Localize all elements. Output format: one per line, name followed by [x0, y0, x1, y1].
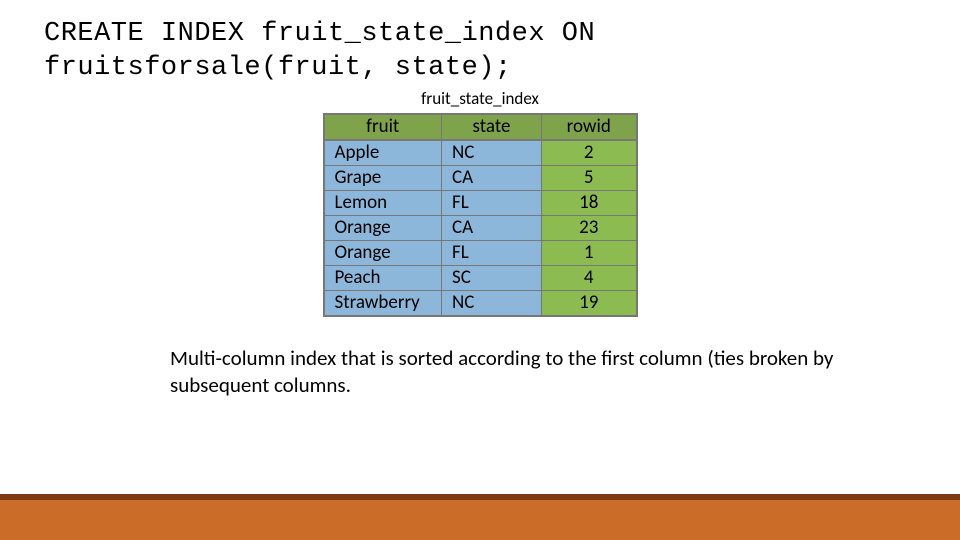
header-fruit: fruit — [324, 114, 442, 140]
cell-state: CA — [442, 215, 542, 240]
cell-rowid: 1 — [542, 240, 637, 265]
cell-state: NC — [442, 140, 542, 166]
cell-fruit: Peach — [324, 265, 442, 290]
cell-rowid: 19 — [542, 290, 637, 316]
cell-fruit: Orange — [324, 215, 442, 240]
cell-state: CA — [442, 165, 542, 190]
cell-state: FL — [442, 240, 542, 265]
index-table: fruit state rowid Apple NC 2 Grape CA 5 … — [323, 113, 638, 317]
cell-fruit: Grape — [324, 165, 442, 190]
cell-rowid: 2 — [542, 140, 637, 166]
cell-state: NC — [442, 290, 542, 316]
table-header-row: fruit state rowid — [324, 114, 637, 140]
table-row: Orange FL 1 — [324, 240, 637, 265]
footer-bar — [0, 500, 960, 540]
header-rowid: rowid — [542, 114, 637, 140]
header-state: state — [442, 114, 542, 140]
cell-fruit: Apple — [324, 140, 442, 166]
cell-rowid: 4 — [542, 265, 637, 290]
table-row: Orange CA 23 — [324, 215, 637, 240]
sql-statement: CREATE INDEX fruit_state_index ON fruits… — [0, 0, 960, 86]
table-row: Lemon FL 18 — [324, 190, 637, 215]
caption-text: Multi-column index that is sorted accord… — [0, 317, 960, 400]
table-row: Peach SC 4 — [324, 265, 637, 290]
table-row: Strawberry NC 19 — [324, 290, 637, 316]
cell-rowid: 18 — [542, 190, 637, 215]
slide: CREATE INDEX fruit_state_index ON fruits… — [0, 0, 960, 540]
cell-state: SC — [442, 265, 542, 290]
cell-fruit: Strawberry — [324, 290, 442, 316]
cell-rowid: 5 — [542, 165, 637, 190]
cell-fruit: Lemon — [324, 190, 442, 215]
table-row: Apple NC 2 — [324, 140, 637, 166]
cell-fruit: Orange — [324, 240, 442, 265]
cell-state: FL — [442, 190, 542, 215]
table-wrap: fruit state rowid Apple NC 2 Grape CA 5 … — [0, 113, 960, 317]
table-title: fruit_state_index — [0, 88, 960, 109]
table-row: Grape CA 5 — [324, 165, 637, 190]
cell-rowid: 23 — [542, 215, 637, 240]
